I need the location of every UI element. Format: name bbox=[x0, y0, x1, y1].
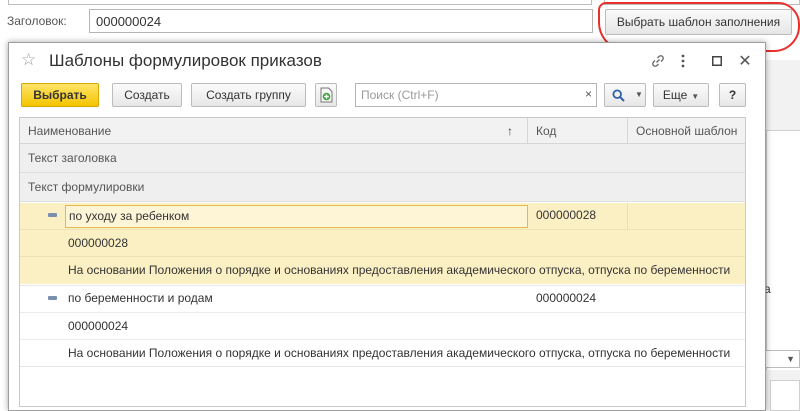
background-field-edge bbox=[8, 0, 592, 5]
templates-table: Наименование ↑ Код Основной шаблон Текст… bbox=[19, 117, 746, 407]
row-main-line: по уходу за ребенком 000000028 bbox=[20, 203, 745, 230]
green-page-icon bbox=[320, 87, 333, 103]
row-name-cell[interactable]: по беременности и родам bbox=[65, 288, 528, 311]
search-icon bbox=[612, 89, 625, 102]
create-button[interactable]: Создать bbox=[112, 83, 182, 107]
clear-icon[interactable]: × bbox=[585, 87, 592, 101]
table-header: Наименование ↑ Код Основной шаблон bbox=[20, 118, 745, 144]
more-icon[interactable] bbox=[674, 52, 692, 70]
load-button[interactable] bbox=[315, 83, 337, 107]
column-header-name[interactable]: Наименование bbox=[20, 118, 111, 144]
row-wording-text-cell[interactable]: На основании Положения о порядке и основ… bbox=[68, 257, 730, 284]
chevron-down-icon: ▼ bbox=[786, 354, 795, 364]
item-icon bbox=[48, 213, 57, 217]
background-box bbox=[770, 380, 800, 411]
row-wording-text-cell[interactable]: На основании Положения о порядке и основ… bbox=[68, 340, 730, 367]
table-row[interactable]: по уходу за ребенком 000000028 000000028… bbox=[20, 203, 745, 284]
more-actions-button[interactable]: Еще ▼ bbox=[653, 83, 709, 107]
dialog-header: ☆ Шаблоны формулировок приказов ✕ bbox=[9, 43, 765, 79]
search-box: × bbox=[355, 83, 597, 107]
dialog-title: Шаблоны формулировок приказов bbox=[49, 51, 322, 70]
more-actions-label: Еще bbox=[662, 88, 688, 102]
row-wording-line: На основании Положения о порядке и основ… bbox=[20, 257, 745, 284]
maximize-icon[interactable] bbox=[708, 52, 726, 70]
wording-text-column-row: Текст формулировки bbox=[20, 173, 745, 202]
column-header-code[interactable]: Код bbox=[528, 118, 556, 144]
column-header-main-template[interactable]: Основной шаблон bbox=[628, 118, 737, 144]
background-text-area bbox=[766, 130, 800, 370]
background-dropdown[interactable]: ▼ bbox=[764, 350, 800, 368]
heading-label: Заголовок: bbox=[7, 14, 67, 28]
row-name-cell[interactable]: по уходу за ребенком bbox=[65, 205, 528, 228]
header-text-column-row: Текст заголовка bbox=[20, 144, 745, 173]
item-icon bbox=[48, 296, 57, 300]
row-heading-line: 000000028 bbox=[20, 230, 745, 257]
row-main-line: по беременности и родам 000000024 bbox=[20, 286, 745, 313]
sort-ascending-icon[interactable]: ↑ bbox=[507, 118, 513, 144]
chevron-down-icon: ▼ bbox=[635, 90, 643, 99]
search-input[interactable] bbox=[356, 84, 578, 106]
row-heading-text-cell[interactable]: 000000028 bbox=[68, 230, 128, 257]
table-row[interactable]: по беременности и родам 000000024 000000… bbox=[20, 285, 745, 367]
column-divider bbox=[627, 203, 628, 230]
star-icon[interactable]: ☆ bbox=[21, 50, 36, 70]
heading-input[interactable]: 000000024 bbox=[89, 9, 593, 33]
search-options-button[interactable]: ▼ bbox=[604, 83, 646, 107]
help-button[interactable]: ? bbox=[719, 83, 746, 107]
templates-dialog: ☆ Шаблоны формулировок приказов ✕ Выбрат… bbox=[8, 42, 766, 411]
link-icon[interactable] bbox=[649, 52, 667, 70]
close-icon[interactable]: ✕ bbox=[736, 52, 754, 70]
create-group-button[interactable]: Создать группу bbox=[191, 83, 306, 107]
chevron-down-icon: ▼ bbox=[691, 92, 700, 101]
toolbar: Выбрать Создать Создать группу × ▼ Еще▼ … bbox=[9, 83, 765, 111]
row-heading-text-cell[interactable]: 000000024 bbox=[68, 313, 128, 340]
row-heading-line: 000000024 bbox=[20, 313, 745, 340]
row-wording-line: На основании Положения о порядке и основ… bbox=[20, 340, 745, 367]
row-code-cell[interactable]: 000000028 bbox=[536, 205, 596, 228]
select-button[interactable]: Выбрать bbox=[21, 83, 99, 107]
row-code-cell[interactable]: 000000024 bbox=[536, 288, 596, 311]
